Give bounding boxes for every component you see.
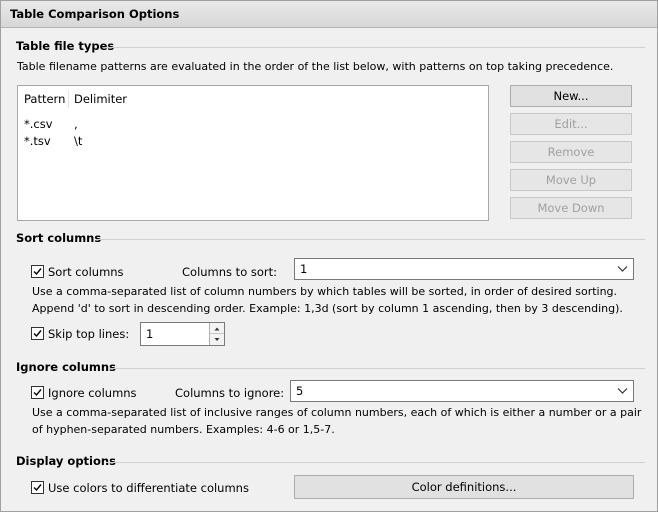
skip-top-lines-checkbox[interactable] xyxy=(31,327,44,340)
checkmark-icon xyxy=(33,330,42,338)
columns-to-ignore-value: 5 xyxy=(296,384,304,398)
ignore-columns-label[interactable]: Ignore columns xyxy=(48,386,137,400)
arrow-down-icon xyxy=(214,338,220,341)
spin-down-button[interactable] xyxy=(209,334,224,345)
skip-top-lines-label[interactable]: Skip top lines: xyxy=(48,327,129,341)
ignore-description: Use a comma-separated list of inclusive … xyxy=(32,406,642,436)
sort-heading: Sort columns xyxy=(16,231,102,245)
columns-to-ignore-label: Columns to ignore: xyxy=(175,386,285,400)
list-item[interactable]: *.csv , xyxy=(18,115,488,133)
checkmark-icon xyxy=(33,268,42,276)
arrow-up-icon xyxy=(214,327,220,331)
sort-columns-label[interactable]: Sort columns xyxy=(48,265,124,279)
divider xyxy=(106,462,645,463)
ignore-heading: Ignore columns xyxy=(16,360,116,374)
list-item[interactable]: *.tsv \t xyxy=(18,132,488,150)
divider xyxy=(97,239,645,240)
pattern-cell: *.csv xyxy=(24,117,53,131)
column-header-delimiter[interactable]: Delimiter xyxy=(74,92,127,106)
column-divider[interactable] xyxy=(68,90,69,108)
window-title: Table Comparison Options xyxy=(10,7,180,21)
checkmark-icon xyxy=(33,389,42,397)
file-types-heading: Table file types xyxy=(16,39,115,53)
spin-up-button[interactable] xyxy=(209,323,224,334)
display-heading: Display options xyxy=(16,454,116,468)
options-panel: Table Comparison Options Table file type… xyxy=(0,0,658,512)
color-definitions-button[interactable]: Color definitions... xyxy=(294,475,634,499)
skip-top-lines-spinner[interactable]: 1 xyxy=(140,322,225,346)
edit-button[interactable]: Edit... xyxy=(510,113,632,135)
chevron-down-icon[interactable] xyxy=(617,263,628,274)
pattern-cell: *.tsv xyxy=(24,134,51,148)
sort-columns-checkbox[interactable] xyxy=(31,265,44,278)
chevron-down-icon[interactable] xyxy=(617,385,628,396)
checkmark-icon xyxy=(33,484,42,492)
divider xyxy=(105,47,645,48)
move-down-button[interactable]: Move Down xyxy=(510,197,632,219)
skip-top-lines-value: 1 xyxy=(146,327,154,341)
use-colors-checkbox[interactable] xyxy=(31,481,44,494)
file-types-description: Table filename patterns are evaluated in… xyxy=(17,60,614,73)
columns-to-sort-value: 1 xyxy=(300,262,308,276)
new-button[interactable]: New... xyxy=(510,85,632,107)
columns-to-sort-label: Columns to sort: xyxy=(182,265,278,279)
delimiter-cell: , xyxy=(74,117,78,131)
remove-button[interactable]: Remove xyxy=(510,141,632,163)
columns-to-sort-combo[interactable]: 1 xyxy=(294,258,634,280)
file-types-list[interactable]: Pattern Delimiter *.csv , *.tsv \t xyxy=(17,85,489,221)
move-up-button[interactable]: Move Up xyxy=(510,169,632,191)
use-colors-label[interactable]: Use colors to differentiate columns xyxy=(48,481,249,495)
ignore-columns-checkbox[interactable] xyxy=(31,386,44,399)
sort-description: Use a comma-separated list of column num… xyxy=(32,285,623,315)
columns-to-ignore-combo[interactable]: 5 xyxy=(290,380,634,402)
delimiter-cell: \t xyxy=(74,134,83,148)
title-bar: Table Comparison Options xyxy=(1,1,657,28)
column-header-pattern[interactable]: Pattern xyxy=(24,92,65,106)
divider xyxy=(108,368,645,369)
